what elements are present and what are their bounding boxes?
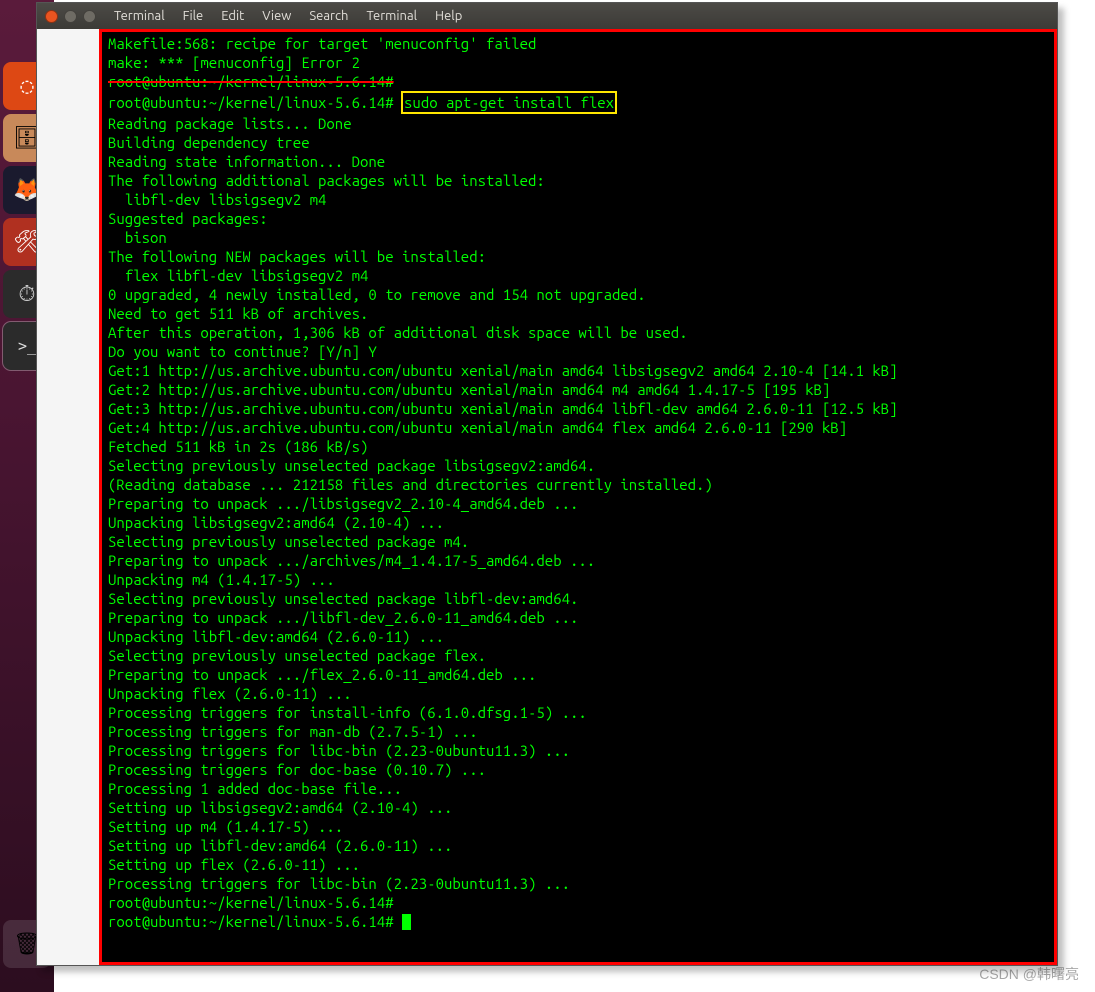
terminal-line: make: *** [menuconfig] Error 2 — [108, 53, 1048, 72]
terminal-line: Unpacking libsigsegv2:amd64 (2.10-4) ... — [108, 513, 1048, 532]
terminal-line: flex libfl-dev libsigsegv2 m4 — [108, 266, 1048, 285]
terminal-line: Selecting previously unselected package … — [108, 589, 1048, 608]
terminal-line: After this operation, 1,306 kB of additi… — [108, 323, 1048, 342]
terminal-line: Preparing to unpack .../libfl-dev_2.6.0-… — [108, 608, 1048, 627]
terminal-line: Suggested packages: — [108, 209, 1048, 228]
terminal-line: Building dependency tree — [108, 133, 1048, 152]
menu-item-help-6[interactable]: Help — [435, 9, 462, 23]
terminal-line: Need to get 511 kB of archives. — [108, 304, 1048, 323]
terminal-line: Selecting previously unselected package … — [108, 456, 1048, 475]
terminal-line: Processing triggers for install-info (6.… — [108, 703, 1048, 722]
terminal-line: Selecting previously unselected package … — [108, 532, 1048, 551]
terminal-line: Processing 1 added doc-base file... — [108, 779, 1048, 798]
terminal-line: Processing triggers for man-db (2.7.5-1)… — [108, 722, 1048, 741]
menu-item-edit-2[interactable]: Edit — [221, 9, 244, 23]
terminal-window: Terminal File Edit View Search Terminal Help M… — [36, 2, 1058, 966]
terminal-line: bison — [108, 228, 1048, 247]
terminal-line: Get:3 http://us.archive.ubuntu.com/ubunt… — [108, 399, 1048, 418]
maximize-icon[interactable] — [83, 10, 96, 23]
menu-item-search-4[interactable]: Search — [309, 9, 348, 23]
terminal-line: Processing triggers for libc-bin (2.23-0… — [108, 741, 1048, 760]
terminal-line: libfl-dev libsigsegv2 m4 — [108, 190, 1048, 209]
terminal-line: Setting up m4 (1.4.17-5) ... — [108, 817, 1048, 836]
terminal-output[interactable]: Makefile:568: recipe for target 'menucon… — [99, 29, 1057, 965]
terminal-line: Reading package lists... Done — [108, 114, 1048, 133]
terminal-line-struck: root@ubuntu:~/kernel/linux-5.6.14# — [108, 72, 1048, 91]
terminal-line: 0 upgraded, 4 newly installed, 0 to remo… — [108, 285, 1048, 304]
terminal-line: Processing triggers for doc-base (0.10.7… — [108, 760, 1048, 779]
terminal-line: The following NEW packages will be insta… — [108, 247, 1048, 266]
terminal-line: Fetched 511 kB in 2s (186 kB/s) — [108, 437, 1048, 456]
terminal-line: Makefile:568: recipe for target 'menucon… — [108, 34, 1048, 53]
terminal-line: Unpacking libfl-dev:amd64 (2.6.0-11) ... — [108, 627, 1048, 646]
terminal-prompt-current: root@ubuntu:~/kernel/linux-5.6.14# — [108, 912, 1048, 931]
terminal-line: Get:2 http://us.archive.ubuntu.com/ubunt… — [108, 380, 1048, 399]
menu-item-terminal-0[interactable]: Terminal — [114, 9, 165, 23]
close-icon[interactable] — [45, 10, 58, 23]
terminal-line: Get:1 http://us.archive.ubuntu.com/ubunt… — [108, 361, 1048, 380]
terminal-line: Preparing to unpack .../flex_2.6.0-11_am… — [108, 665, 1048, 684]
watermark: CSDN @韩曙亮 — [979, 964, 1079, 984]
terminal-line: Unpacking flex (2.6.0-11) ... — [108, 684, 1048, 703]
terminal-line: (Reading database ... 212158 files and d… — [108, 475, 1048, 494]
highlighted-command: sudo apt-get install flex — [401, 91, 617, 114]
terminal-line: root@ubuntu:~/kernel/linux-5.6.14# — [108, 893, 1048, 912]
terminal-line: Preparing to unpack .../archives/m4_1.4.… — [108, 551, 1048, 570]
menubar[interactable]: Terminal File Edit View Search Terminal Help — [114, 9, 462, 23]
terminal-line: Reading state information... Done — [108, 152, 1048, 171]
terminal-line: Do you want to continue? [Y/n] Y — [108, 342, 1048, 361]
minimize-icon[interactable] — [64, 10, 77, 23]
terminal-line: Unpacking m4 (1.4.17-5) ... — [108, 570, 1048, 589]
terminal-line: Setting up flex (2.6.0-11) ... — [108, 855, 1048, 874]
menu-item-file-1[interactable]: File — [183, 9, 204, 23]
terminal-line: Selecting previously unselected package … — [108, 646, 1048, 665]
terminal-line: The following additional packages will b… — [108, 171, 1048, 190]
titlebar[interactable]: Terminal File Edit View Search Terminal Help — [37, 3, 1057, 29]
cursor-icon — [402, 914, 411, 930]
menu-item-view-3[interactable]: View — [262, 9, 291, 23]
terminal-line: Setting up libfl-dev:amd64 (2.6.0-11) ..… — [108, 836, 1048, 855]
terminal-line: Preparing to unpack .../libsigsegv2_2.10… — [108, 494, 1048, 513]
menu-item-terminal-5[interactable]: Terminal — [366, 9, 417, 23]
terminal-line: Get:4 http://us.archive.ubuntu.com/ubunt… — [108, 418, 1048, 437]
terminal-line: Processing triggers for libc-bin (2.23-0… — [108, 874, 1048, 893]
terminal-prompt-highlight: root@ubuntu:~/kernel/linux-5.6.14# sudo … — [108, 91, 1048, 114]
terminal-line: Setting up libsigsegv2:amd64 (2.10-4) ..… — [108, 798, 1048, 817]
